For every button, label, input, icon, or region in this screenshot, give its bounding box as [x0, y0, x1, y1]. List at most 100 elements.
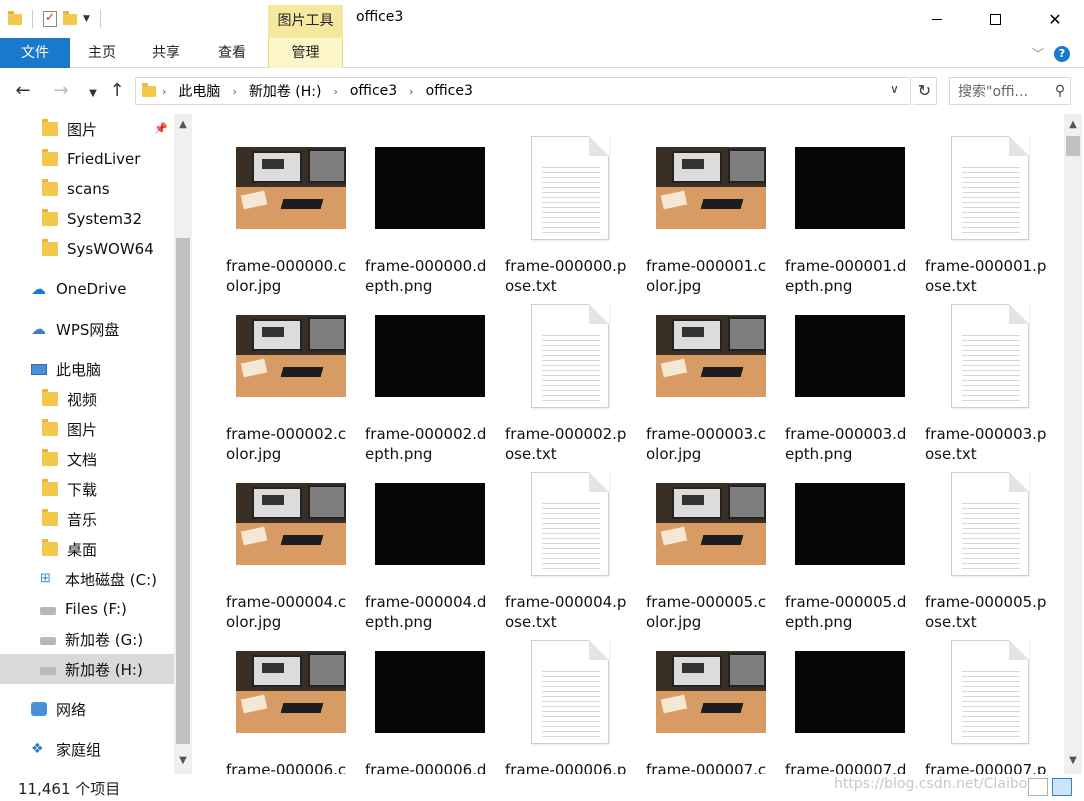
depth-image-thumbnail: [375, 651, 485, 733]
file-item[interactable]: frame-000002.pose.txt: [505, 294, 635, 463]
nav-item-syswow64[interactable]: SysWOW64: [0, 234, 174, 264]
tab-file[interactable]: 文件: [0, 38, 70, 68]
file-thumbnail: [226, 294, 356, 418]
file-item[interactable]: frame-000005.pose.txt: [925, 462, 1055, 631]
file-item[interactable]: frame-000000.color.jpg: [226, 126, 356, 295]
file-name: frame-000006.c: [226, 761, 347, 774]
nav-item-friedliver[interactable]: FriedLiver: [0, 144, 174, 174]
pin-icon[interactable]: 📌: [154, 122, 168, 135]
file-item[interactable]: frame-000003.color.jpg: [646, 294, 776, 463]
nav-item-network[interactable]: 网络: [0, 694, 174, 724]
text-file-icon: [951, 304, 1029, 408]
up-button[interactable]: ↑: [106, 81, 128, 101]
file-list-scrollbar[interactable]: ▲ ▼: [1064, 114, 1082, 774]
search-input[interactable]: 搜索"offi...: [958, 81, 1050, 101]
recent-locations-chevron-icon[interactable]: ▼: [82, 84, 104, 104]
depth-image-thumbnail: [375, 315, 485, 397]
file-item[interactable]: frame-000007.p: [925, 630, 1055, 774]
customize-toolbar-chevron-icon[interactable]: ▼: [83, 14, 90, 24]
file-item[interactable]: frame-000000.pose.txt: [505, 126, 635, 295]
nav-item-system32[interactable]: System32: [0, 204, 174, 234]
refresh-button[interactable]: ↻: [913, 77, 937, 105]
breadcrumb-drive-h[interactable]: 新加卷 (H:): [249, 81, 322, 101]
breadcrumb-separator-icon[interactable]: ›: [333, 85, 337, 98]
file-item[interactable]: frame-000006.d: [365, 630, 495, 774]
file-item[interactable]: frame-000006.p: [505, 630, 635, 774]
file-item[interactable]: frame-000001.pose.txt: [925, 126, 1055, 295]
nav-item-onedrive[interactable]: ☁ OneDrive: [0, 274, 174, 304]
expand-ribbon-chevron-icon[interactable]: ﹀: [1032, 45, 1044, 62]
file-item[interactable]: frame-000001.color.jpg: [646, 126, 776, 295]
minimize-button[interactable]: [908, 0, 966, 38]
nav-item-volume-g[interactable]: 新加卷 (G:): [0, 624, 174, 654]
nav-item-desktop[interactable]: 桌面: [0, 534, 174, 564]
file-item[interactable]: frame-000007.c: [646, 630, 776, 774]
properties-icon[interactable]: [43, 10, 57, 27]
nav-item-volume-h[interactable]: 新加卷 (H:): [0, 654, 174, 684]
address-bar[interactable]: › 此电脑 › 新加卷 (H:) › office3 › office3: [135, 77, 911, 105]
breadcrumb-office3[interactable]: office3: [350, 83, 397, 99]
search-box[interactable]: 搜索"offi... ⚲: [949, 77, 1071, 105]
new-folder-icon[interactable]: [63, 10, 77, 25]
address-history-chevron-icon[interactable]: ∨: [890, 82, 899, 96]
file-item[interactable]: frame-000006.c: [226, 630, 356, 774]
breadcrumb-office3-current[interactable]: office3: [426, 83, 473, 99]
nav-item-this-pc[interactable]: 此电脑: [0, 354, 174, 384]
scroll-up-arrow-icon[interactable]: ▲: [174, 116, 192, 134]
file-name: frame-000005.pose.txt: [925, 593, 1047, 631]
tab-share[interactable]: 共享: [136, 38, 196, 68]
breadcrumb-this-pc[interactable]: 此电脑: [178, 81, 220, 101]
drive-icon: [40, 607, 56, 615]
file-item[interactable]: frame-000007.d: [785, 630, 915, 774]
file-thumbnail: [646, 462, 776, 586]
file-item[interactable]: frame-000004.pose.txt: [505, 462, 635, 631]
nav-item-wps-drive[interactable]: ☁ WPS网盘: [0, 314, 174, 344]
forward-button[interactable]: →: [50, 81, 72, 101]
back-button[interactable]: ←: [12, 81, 34, 101]
file-item[interactable]: frame-000003.depth.png: [785, 294, 915, 463]
nav-item-files-f[interactable]: Files (F:): [0, 594, 174, 624]
breadcrumb-separator-icon[interactable]: ›: [232, 85, 236, 98]
file-item[interactable]: frame-000005.color.jpg: [646, 462, 776, 631]
scroll-down-arrow-icon[interactable]: ▼: [1064, 752, 1082, 770]
nav-item-pictures[interactable]: 图片: [0, 414, 174, 444]
nav-item-pictures-pinned[interactable]: 图片 📌: [0, 114, 174, 144]
file-item[interactable]: frame-000001.depth.png: [785, 126, 915, 295]
breadcrumb-separator-icon[interactable]: ›: [162, 85, 166, 98]
details-view-icon[interactable]: [1028, 778, 1048, 796]
tab-home[interactable]: 主页: [72, 38, 132, 68]
file-item[interactable]: frame-000003.pose.txt: [925, 294, 1055, 463]
nav-pane-scrollbar[interactable]: ▲ ▼: [174, 114, 192, 774]
nav-item-documents[interactable]: 文档: [0, 444, 174, 474]
folder-icon: [42, 149, 58, 166]
scroll-down-arrow-icon[interactable]: ▼: [174, 752, 192, 770]
file-item[interactable]: frame-000004.depth.png: [365, 462, 495, 631]
large-icons-view-icon[interactable]: [1052, 778, 1072, 796]
nav-item-scans[interactable]: scans: [0, 174, 174, 204]
image-thumbnail: [656, 483, 766, 565]
file-thumbnail: [925, 294, 1055, 418]
nav-item-music[interactable]: 音乐: [0, 504, 174, 534]
file-thumbnail: [785, 462, 915, 586]
scroll-thumb[interactable]: [1066, 136, 1080, 156]
image-thumbnail: [236, 483, 346, 565]
help-icon[interactable]: ?: [1054, 45, 1070, 62]
nav-item-local-disk-c[interactable]: ⊞ 本地磁盘 (C:): [0, 564, 174, 594]
nav-item-downloads[interactable]: 下载: [0, 474, 174, 504]
file-item[interactable]: frame-000005.depth.png: [785, 462, 915, 631]
item-count: 11,461 个项目: [18, 780, 121, 798]
scroll-thumb[interactable]: [176, 238, 190, 744]
file-item[interactable]: frame-000000.depth.png: [365, 126, 495, 295]
tab-view[interactable]: 查看: [202, 38, 262, 68]
nav-item-homegroup[interactable]: ❖ 家庭组: [0, 734, 174, 764]
file-thumbnail: [365, 294, 495, 418]
tab-manage[interactable]: 管理: [268, 38, 343, 68]
file-item[interactable]: frame-000002.color.jpg: [226, 294, 356, 463]
scroll-up-arrow-icon[interactable]: ▲: [1064, 116, 1082, 134]
maximize-button[interactable]: [966, 0, 1024, 38]
file-item[interactable]: frame-000002.depth.png: [365, 294, 495, 463]
breadcrumb-separator-icon[interactable]: ›: [409, 85, 413, 98]
nav-item-videos[interactable]: 视频: [0, 384, 174, 414]
close-button[interactable]: ✕: [1026, 0, 1084, 38]
file-item[interactable]: frame-000004.color.jpg: [226, 462, 356, 631]
